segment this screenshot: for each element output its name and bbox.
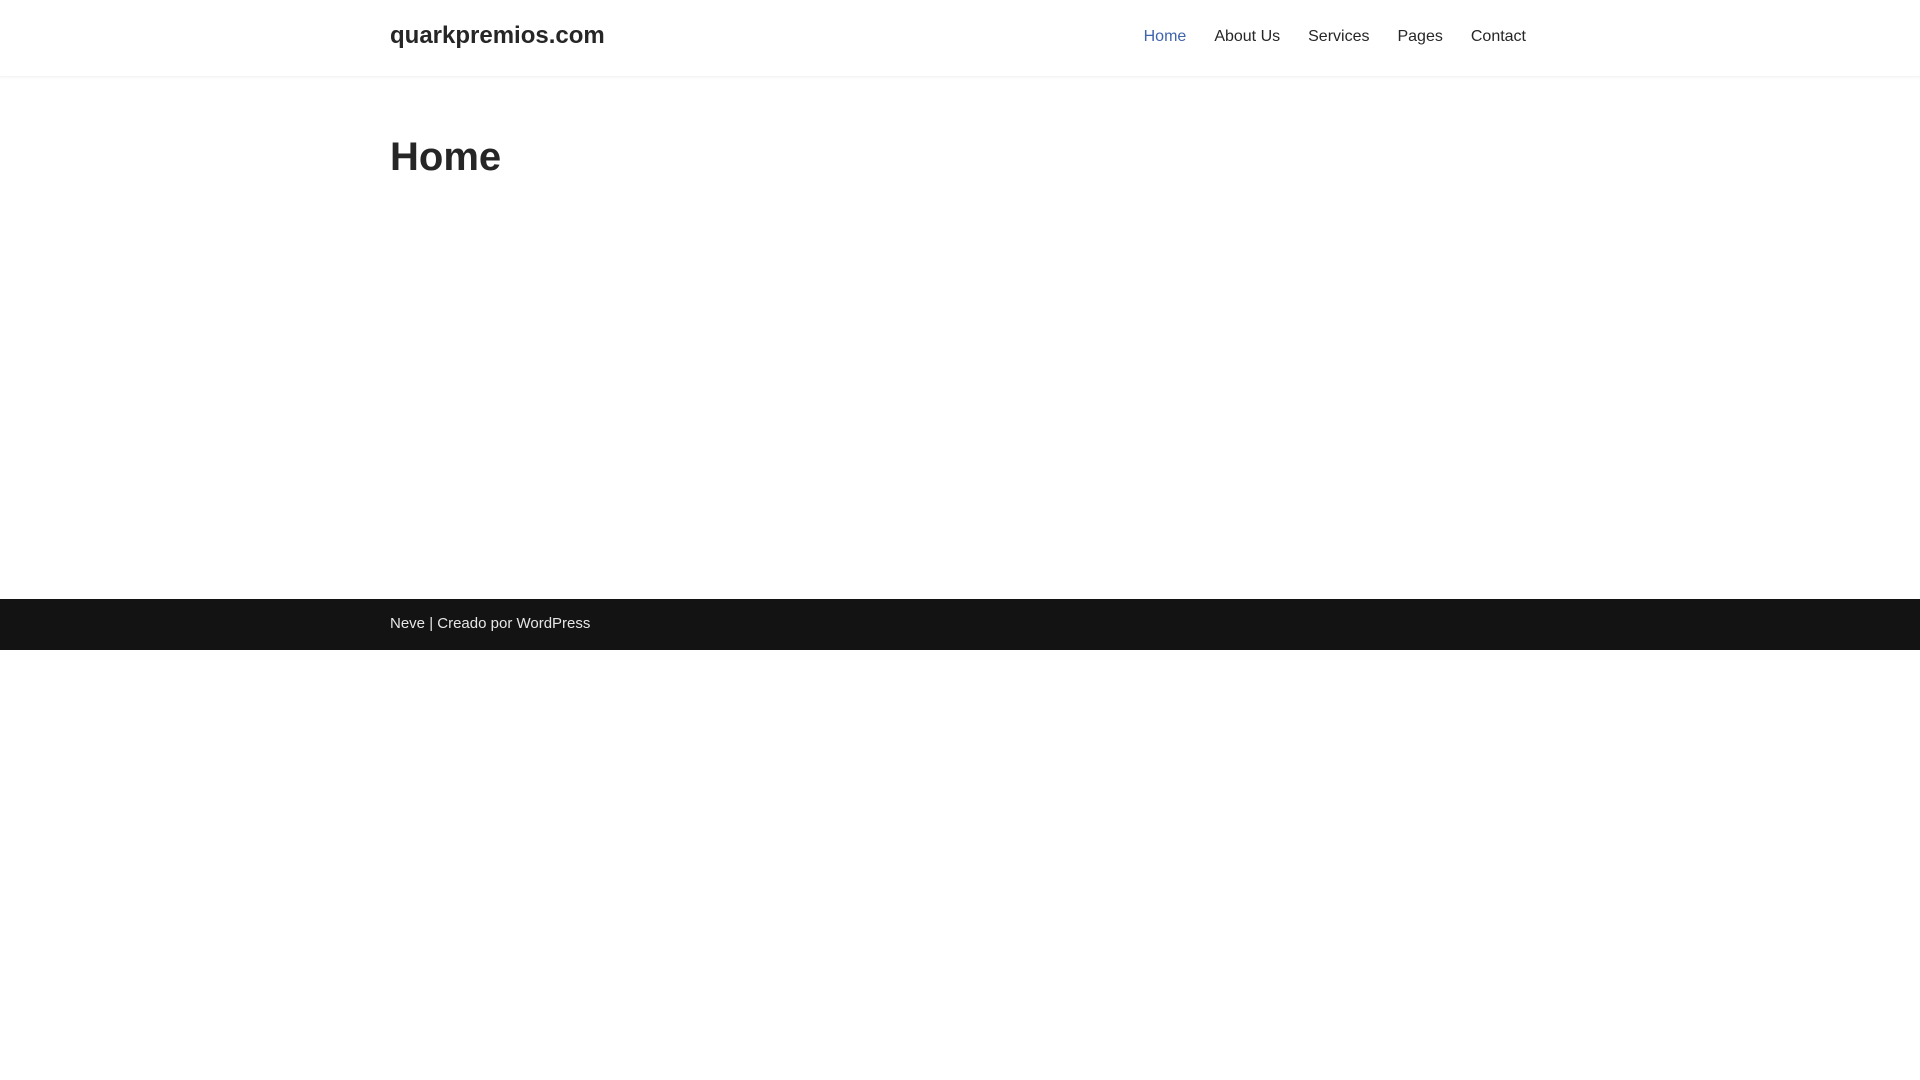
primary-nav: Home About Us Services Pages Contact (1144, 28, 1526, 46)
main-content: Home (0, 77, 1920, 599)
neve-link[interactable]: Neve (390, 615, 425, 632)
nav-home[interactable]: Home (1144, 28, 1187, 46)
page-title: Home (390, 135, 502, 179)
site-header: quarkpremios.com Home About Us Services … (0, 0, 1920, 77)
nav-services[interactable]: Services (1308, 28, 1369, 46)
nav-contact[interactable]: Contact (1471, 28, 1526, 46)
footer-credits: Neve | Creado por WordPress (390, 615, 590, 632)
site-footer: Neve | Creado por WordPress (0, 599, 1920, 650)
site-title-link[interactable]: quarkpremios.com (390, 22, 605, 50)
nav-about-us[interactable]: About Us (1214, 28, 1280, 46)
wordpress-link[interactable]: WordPress (516, 615, 590, 632)
footer-separator: | (425, 615, 438, 632)
nav-pages[interactable]: Pages (1397, 28, 1442, 46)
credit-prefix: Creado por (437, 615, 517, 632)
